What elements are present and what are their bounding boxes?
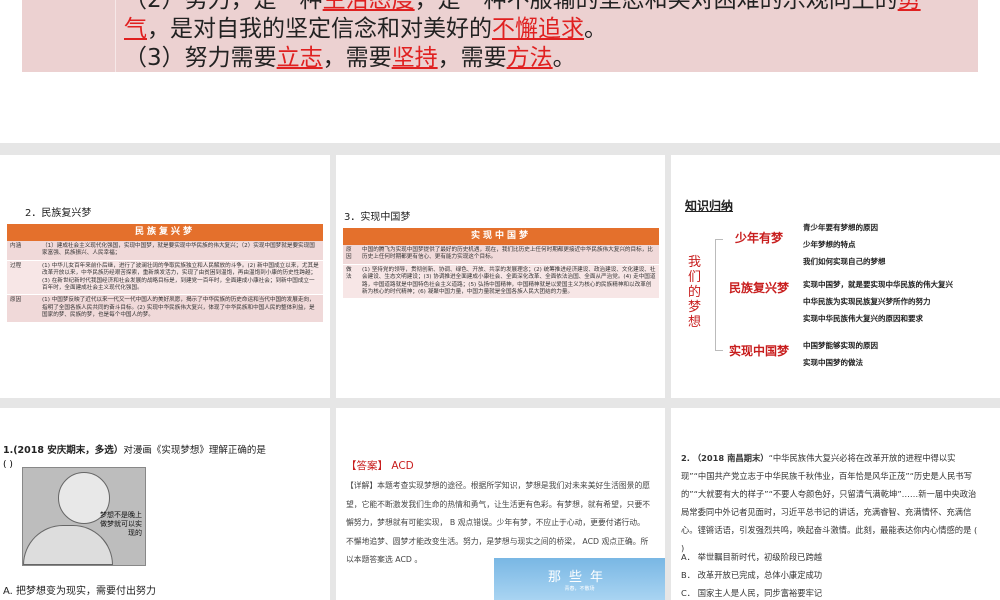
row-label: 原因	[7, 294, 39, 323]
banner-subtitle: 青春，不散场	[564, 586, 595, 592]
summary-item: 少年梦想的特点	[803, 240, 856, 249]
answer-value: ACD	[391, 460, 414, 472]
effort-text: （2）努力，是一种生活态度，是一种不服输的坚忍和笑对困难的乐观向上的勇 气，是对…	[124, 0, 921, 71]
summary-item: 实现中国梦的做法	[803, 358, 863, 367]
row-text: (1) 坚持党的领导，贯彻创新、协调、绿色、开放、共享的发展理念；(2) 统筹推…	[359, 264, 659, 300]
slide-title: 知识归纳	[685, 199, 734, 213]
summary-item: 实现中华民族伟大复兴的原因和要求	[803, 314, 923, 323]
slide-thumbnail-summary[interactable]: 知识归纳 我们的梦想 少年有梦 民族复兴梦 实现中国梦 青少年要有梦想的原因 少…	[671, 155, 1000, 398]
question-text: 2. （2018 南昌期末）“中华民族伟大复兴必将在改革开放的进程中得以实现”“…	[681, 453, 978, 553]
row-label: 过程	[7, 260, 39, 296]
option-b: B． 改革开放已完成，总体小康定成功	[681, 570, 823, 580]
cartoon-image: 梦想不是晚上做梦就可以实现的	[22, 467, 146, 566]
bracket	[715, 239, 723, 351]
root-label: 我们的梦想	[688, 255, 702, 330]
cartoon-caption: 梦想不是晚上做梦就可以实现的	[100, 511, 142, 537]
option-a: A. 把梦想变为现实，需要付出努力	[3, 586, 157, 597]
question-source: 1.(2018 安庆期末，多选）	[3, 445, 124, 456]
row-label: 原因	[343, 245, 359, 265]
question-text: 对漫画《实现梦想》理解正确的是	[123, 445, 266, 456]
slide-thumbnail-fuxing[interactable]: 2．民族复兴梦 民族复兴梦 内涵 （1）建成社会主义现代化强国，实现中国梦，就是要…	[0, 155, 330, 398]
slide-thumbnail-question2[interactable]: 2. （2018 南昌期末）“中华民族伟大复兴必将在改革开放的进程中得以实现”“…	[671, 408, 1000, 600]
slide-title: 3．实现中国梦	[344, 212, 411, 223]
option-c: C． 国家主人是人民，同步富裕要牢记	[681, 588, 823, 598]
option-a: A． 举世瞩目新时代，初级阶段已跨越	[681, 552, 823, 562]
slide-title: 2．民族复兴梦	[25, 208, 92, 219]
summary-item: 中华民族为实现民族复兴梦所作的努力	[803, 297, 931, 306]
slide-thumbnail-question1[interactable]: 1.(2018 安庆期末，多选）对漫画《实现梦想》理解正确的是 ( ) 梦想不是…	[0, 408, 330, 600]
slide-thumbnail-shixian[interactable]: 3．实现中国梦 实现中国梦 原因 中国的腾飞为实现中国梦提供了最好的历史机遇，现在…	[336, 155, 665, 398]
summary-item: 我们如何实现自己的梦想	[803, 257, 886, 266]
column-divider	[115, 0, 116, 72]
table-header: 民族复兴梦	[7, 224, 323, 241]
summary-item: 实现中国梦，就是要实现中华民族的伟大复兴	[803, 280, 953, 289]
row-label: 内涵	[7, 241, 39, 261]
group-label: 实现中国梦	[729, 344, 790, 358]
answer-label: 【答案】	[346, 460, 388, 472]
answer-blank: ( )	[3, 460, 13, 470]
row-text: （1）建成社会主义现代化强国，实现中国梦，就是要实现中华民族的伟大复兴；（2）实…	[39, 241, 323, 261]
group-label: 民族复兴梦	[729, 281, 790, 295]
fuxing-table: 民族复兴梦 内涵 （1）建成社会主义现代化强国，实现中国梦，就是要实现中华民族的伟…	[7, 224, 323, 323]
slide-thumbnail-answer[interactable]: 【答案】 ACD 【详解】本题考查实现梦想的途径。根据所学知识，梦想是我们对未来…	[336, 408, 665, 600]
answer-detail: 【详解】本题考查实现梦想的途径。根据所学知识，梦想是我们对未来美好生活图景的愿望…	[346, 481, 651, 564]
row-text: (1) 中国梦反映了近代以来一代又一代中国人的美好夙愿，揭示了中华民族的历史命运…	[39, 294, 323, 323]
summary-item: 青少年要有梦想的原因	[803, 223, 878, 232]
row-text: (1) 中华儿女百年来前仆后继，进行了波澜壮阔的争取民族独立和人民解放的斗争。(…	[39, 260, 323, 296]
table-header: 实现中国梦	[343, 228, 659, 245]
summary-item: 中国梦能够实现的原因	[803, 341, 878, 350]
banner-title: 那些年	[547, 570, 611, 585]
group-label: 少年有梦	[735, 231, 784, 245]
banner-image: 那些年 青春，不散场	[494, 558, 665, 600]
slide-thumbnail-effort[interactable]: （2）努力，是一种生活态度，是一种不服输的坚忍和笑对困难的乐观向上的勇 气，是对…	[0, 0, 1000, 143]
row-label: 做法	[343, 264, 359, 300]
shixian-table: 实现中国梦 原因 中国的腾飞为实现中国梦提供了最好的历史机遇，现在，我们比历史上任…	[343, 228, 659, 300]
row-text: 中国的腾飞为实现中国梦提供了最好的历史机遇，现在，我们比历史上任何时期都更接近中…	[359, 245, 659, 265]
